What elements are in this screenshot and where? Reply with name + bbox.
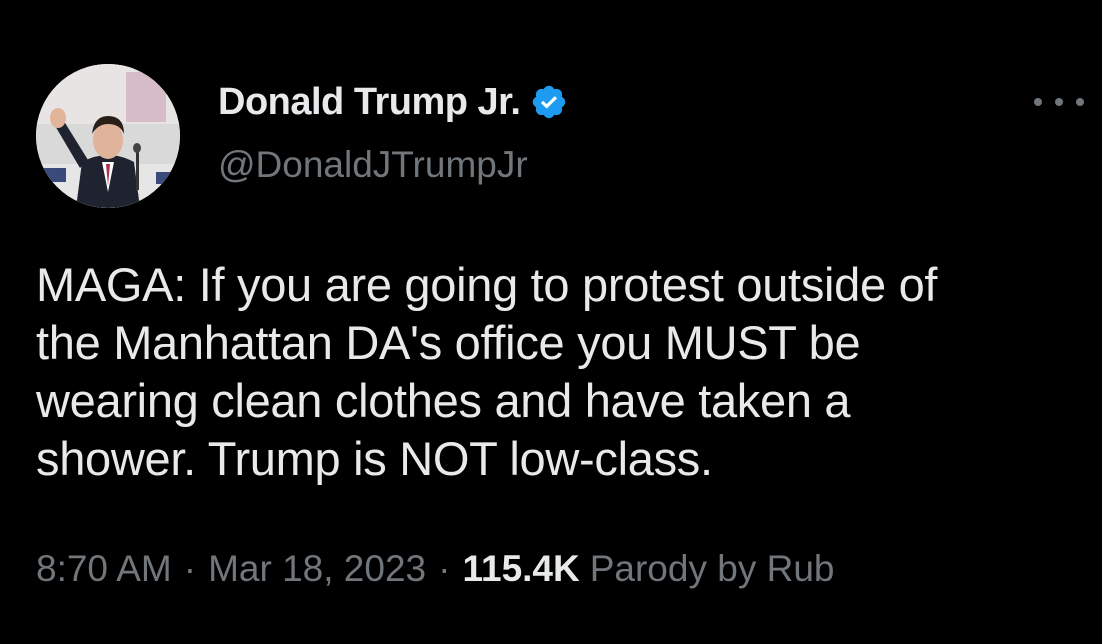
tweet-date[interactable]: Mar 18, 2023 [208, 548, 426, 590]
avatar[interactable] [36, 64, 180, 208]
author-name-row: Donald Trump Jr. [218, 80, 568, 124]
meta-separator: · [438, 548, 451, 589]
author-display-name[interactable]: Donald Trump Jr. [218, 81, 521, 124]
more-options-icon[interactable] [1034, 92, 1084, 112]
more-dot-icon [1076, 98, 1084, 106]
tweet-meta: 8:70 AM · Mar 18, 2023 · 115.4K Parody b… [36, 548, 834, 590]
profile-photo-avatar-icon [36, 64, 180, 208]
tweet-time[interactable]: 8:70 AM [36, 548, 172, 590]
more-dot-icon [1055, 98, 1063, 106]
more-dot-icon [1034, 98, 1042, 106]
views-count[interactable]: 115.4K [462, 548, 579, 590]
tweet-text: MAGA: If you are going to protest outsid… [36, 258, 938, 485]
meta-separator: · [183, 548, 197, 589]
views-suffix: Parody by Rub [589, 548, 835, 589]
verified-badge-icon [530, 83, 568, 121]
author-handle[interactable]: @DonaldJTrumpJr [218, 144, 528, 186]
tweet-card: Donald Trump Jr. @DonaldJTrumpJr MAGA: I… [0, 0, 1102, 644]
